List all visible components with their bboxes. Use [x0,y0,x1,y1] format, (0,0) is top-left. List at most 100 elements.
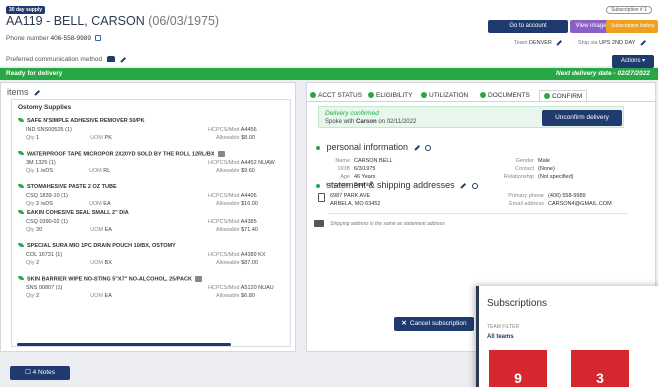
section-bullet [316,145,320,150]
qty-label: Qty [26,201,35,207]
address-line1: 6987 PARK AVE [330,193,371,199]
allowable-label: Allowable [216,227,240,233]
leaf-icon [18,276,24,281]
unconfirm-delivery-button[interactable]: Unconfirm delivery [542,110,622,126]
cancel-subscription-button[interactable]: ✕ Cancel subscription [394,317,474,331]
item-allowable: Allowable $87.00 [216,260,258,266]
subscriptions-panel: Subscriptions TEAM FILTER All teams 9 3 [476,286,658,387]
go-to-account-button[interactable]: Go to account [488,20,568,33]
field-contact: Contact (None) [488,166,555,172]
ship-value: UPS 2ND DAY [599,40,636,46]
edit-comm-icon[interactable] [120,56,126,62]
cart-icon[interactable] [217,151,225,157]
item-allowable: Allowable $16.00 [216,201,258,207]
check-icon [368,92,374,99]
phone-icon [106,56,115,63]
tab-label: ELIGIBILITY [376,92,413,99]
item-allowable: Allowable $8.00 [216,135,255,141]
item-hcpcs: HCPCS/Mod A4452 NUAW [208,160,275,166]
address-section-title: statement & shipping addresses [316,180,478,190]
items-panel: items Ostomy Supplies SAFE N'SIMPLE ADHE… [0,82,296,352]
cancel-subscription-label: Cancel subscription [409,320,467,327]
uom-label: UOM [90,260,103,266]
refresh-address-icon[interactable] [471,182,478,189]
item-name-text: STOMAHESIVE PASTE 2 OZ TUBE [27,184,117,190]
edit-address-icon[interactable] [460,182,466,189]
hcpcs-label: HCPCS/Mod [208,219,240,225]
subscription-history-button[interactable]: Subscription history [606,20,658,33]
uom-label: UOM [88,168,102,174]
spoke-with-text: Spoke with Carson on 02/11/2022 [325,119,416,125]
tab-utilization[interactable]: UTILIZATION [421,90,468,101]
uom-label: UOM [90,135,103,141]
spoke-prefix: Spoke with [325,119,355,125]
item-hcpcs: HCPCS/Mod A4389 KX [208,252,266,258]
all-teams-link[interactable]: All teams [487,334,514,340]
allowable-label: Allowable [216,168,240,174]
item-name: SPECIAL SURA MIO 1PC DRAIN POUCH 10/BX, … [18,243,176,249]
field-dob: DOB 6/3/1975 [324,166,375,172]
field-primary-phone: Primary phone (406) 558-9989 [498,193,585,199]
team-label: Team [514,40,528,46]
uom-label: UOM [90,293,103,299]
patient-header: 30 day supply AA119 - BELL, CARSON (06/0… [0,0,658,68]
spoke-suffix: on 02/11/2022 [378,119,417,125]
tab-acct-status[interactable]: ACCT STATUS [310,90,362,101]
edit-ship-icon[interactable] [640,39,646,46]
item-allowable: Allowable $71.40 [216,227,258,233]
allowable-value: $71.40 [241,227,258,233]
refresh-personal-icon[interactable] [425,144,432,151]
tab-label: DOCUMENTS [488,92,530,99]
edit-team-icon[interactable] [556,39,563,46]
copy-icon[interactable] [94,35,101,42]
subscription-count-tile[interactable]: 3 [571,350,629,387]
allowable-label: Allowable [216,135,240,141]
delivery-confirmed-text: Delivery confirmed [325,110,379,117]
email-label: Email address [509,201,544,207]
check-icon [310,92,316,99]
item-name-text: SKIN BARRIER WIPE NO-STING 5"X7" NO-ALCO… [27,276,192,283]
edit-personal-icon[interactable] [413,144,420,151]
notes-button[interactable]: ☐ 4 Notes [10,366,70,380]
qty-value: 2 /eDS [36,201,53,207]
item-name: WATERPROOF TAPE MICROPOR 2X20YD SOLD BY … [18,151,225,157]
subscriptions-title: Subscriptions [487,298,548,309]
relationship-label: Relationship [503,174,534,180]
actions-button[interactable]: Actions ▾ [612,55,654,68]
team-row: Team DENVER [514,39,563,46]
leaf-icon [18,151,24,156]
dob-value: 6/3/1975 [354,166,376,172]
check-icon [480,92,486,99]
item-qty-row: Qty 2 UOM EA [26,293,112,299]
uom-value: EA [104,293,112,299]
subscription-count-tile[interactable]: 9 [489,350,547,387]
item-name: STOMAHESIVE PASTE 2 OZ TUBE [18,184,117,190]
section-bullet [316,183,320,188]
pref-comm-label: Preferred communication method [6,56,103,63]
field-email: Email address CARSON4@GMAIL.COM [498,201,612,207]
patient-title: AA119 - BELL, CARSON (06/03/1975) [6,14,219,28]
horizontal-scrollbar[interactable] [17,343,231,346]
preferred-communication: Preferred communication method [6,56,126,63]
subscription-number-badge: Subscription # 1 [606,6,652,14]
tab-divider [306,101,656,102]
item-qty-row: Qty 1 /eDS UOM RL [26,168,110,174]
qty-value: 20 [36,227,43,233]
team-filter-label: TEAM FILTER [487,324,520,330]
allowable-label: Allowable [216,293,240,299]
edit-items-icon[interactable] [34,89,40,96]
tab-documents[interactable]: DOCUMENTS [480,90,530,101]
hcpcs-value: A4452 NUAW [240,160,275,166]
name-label: Name [335,158,350,164]
tab-confirm[interactable]: CONFIRM [539,90,588,101]
tab-eligibility[interactable]: ELIGIBILITY [368,90,413,101]
name-value: CARSON BELL [354,158,393,164]
items-list: Ostomy Supplies SAFE N'SIMPLE ADHESIVE R… [11,99,291,347]
hcpcs-label: HCPCS/Mod [208,285,240,291]
qty-label: Qty [26,168,35,174]
item-name: SKIN BARRIER WIPE NO-STING 5"X7" NO-ALCO… [18,276,202,282]
category-title: Ostomy Supplies [18,104,72,111]
hcpcs-label: HCPCS/Mod [208,160,240,166]
patient-dob: (06/03/1975) [148,14,220,28]
cart-icon[interactable] [194,276,202,282]
